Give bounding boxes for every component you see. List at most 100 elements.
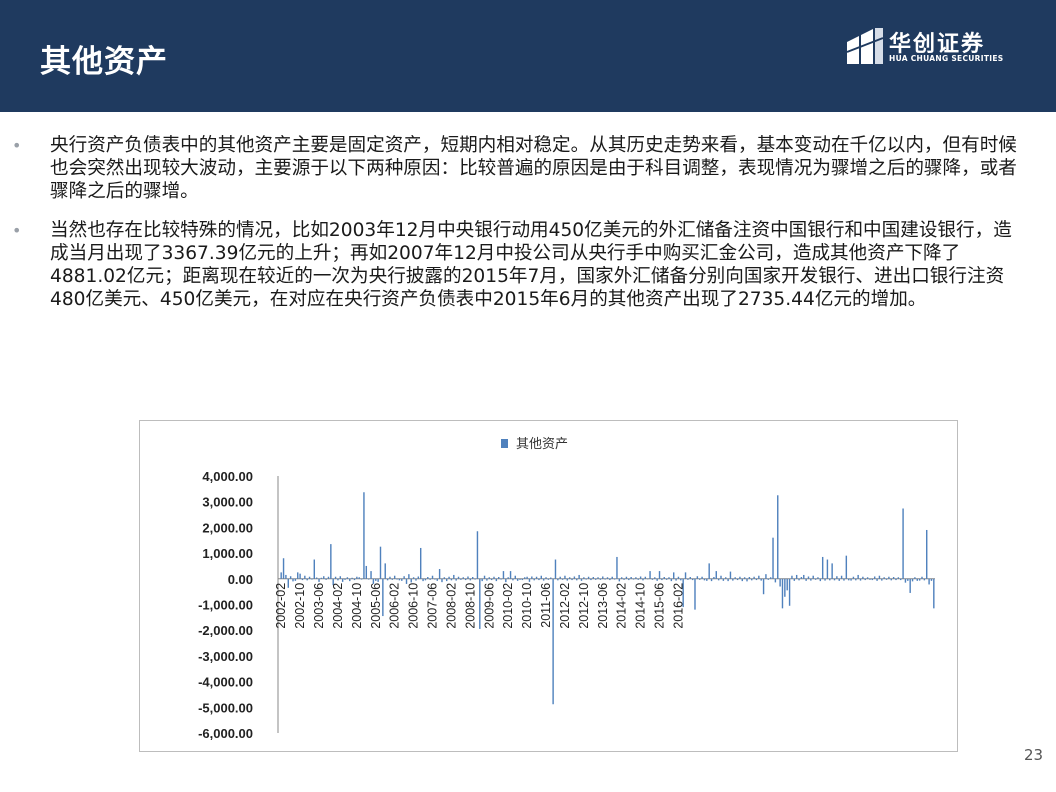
bar bbox=[739, 576, 741, 579]
bar bbox=[375, 578, 377, 581]
bar bbox=[838, 578, 840, 581]
bar bbox=[926, 529, 928, 579]
bar bbox=[597, 577, 599, 579]
bar bbox=[760, 578, 762, 581]
legend-swatch bbox=[501, 439, 508, 448]
bar bbox=[339, 576, 342, 579]
bar bbox=[788, 578, 791, 606]
bar bbox=[349, 578, 351, 582]
bar bbox=[715, 571, 717, 579]
other-assets-chart: 其他资产 4,000.00 3,000.00 2,000.00 1,000.00 0.00… bbox=[198, 437, 935, 741]
bar bbox=[748, 577, 751, 579]
bar bbox=[346, 577, 349, 579]
x-tick-label: 2014-10 bbox=[634, 583, 648, 629]
bar bbox=[727, 578, 729, 582]
bar bbox=[299, 573, 301, 579]
bullet-list: • 央行资产负债表中的其他资产主要是固定资产，短期内相对稳定。从其历史走势来看，… bbox=[12, 134, 1022, 327]
bar bbox=[916, 578, 918, 581]
bar bbox=[505, 578, 507, 583]
bar bbox=[805, 578, 807, 581]
bar bbox=[528, 578, 531, 582]
bar bbox=[847, 578, 850, 581]
bar bbox=[526, 576, 528, 579]
bar bbox=[367, 578, 370, 580]
bar bbox=[443, 577, 446, 579]
bar bbox=[604, 578, 606, 580]
bar bbox=[888, 576, 890, 579]
bar bbox=[327, 576, 330, 579]
bar bbox=[873, 576, 876, 579]
bar bbox=[767, 578, 769, 580]
bar bbox=[408, 574, 410, 579]
bar bbox=[337, 578, 339, 581]
bar bbox=[881, 578, 883, 581]
bar bbox=[360, 578, 363, 580]
bar bbox=[618, 578, 621, 582]
bar bbox=[583, 577, 585, 579]
bar bbox=[460, 578, 462, 580]
bullet-dot-icon: • bbox=[12, 136, 22, 155]
bar bbox=[772, 537, 774, 579]
bar bbox=[699, 578, 701, 580]
x-tick-label: 2004-10 bbox=[350, 583, 364, 629]
bar bbox=[602, 576, 604, 579]
bar bbox=[677, 576, 680, 579]
bar bbox=[606, 577, 609, 579]
bar bbox=[297, 572, 299, 579]
bar bbox=[386, 578, 389, 581]
bar bbox=[774, 578, 777, 583]
bar bbox=[377, 578, 379, 582]
bar bbox=[521, 578, 524, 581]
bar bbox=[696, 576, 699, 579]
bar bbox=[663, 577, 665, 579]
bar bbox=[628, 578, 630, 581]
logo-english-name: HUA CHUANG SECURITIES bbox=[889, 54, 1004, 63]
bar bbox=[675, 578, 677, 581]
bar bbox=[836, 576, 838, 579]
y-tick-label: 2,000.00 bbox=[202, 520, 253, 535]
bar bbox=[507, 577, 509, 579]
bar bbox=[755, 578, 758, 581]
bar bbox=[509, 571, 512, 579]
bar bbox=[706, 578, 708, 581]
bar bbox=[294, 578, 297, 581]
bar bbox=[547, 578, 550, 580]
x-tick-label: 2010-02 bbox=[501, 583, 515, 629]
bar bbox=[687, 578, 689, 580]
x-tick-label: 2013-06 bbox=[596, 583, 610, 629]
bar bbox=[769, 577, 772, 579]
bar bbox=[795, 574, 798, 579]
bar bbox=[810, 578, 812, 581]
y-tick-label: -1,000.00 bbox=[198, 598, 253, 613]
bullet-item: • 当然也存在比较特殊的情况，比如2003年12月中央银行动用450亿美元的外汇… bbox=[12, 219, 1022, 311]
bar bbox=[807, 576, 810, 579]
bar bbox=[665, 578, 668, 580]
bar bbox=[791, 575, 793, 579]
bar bbox=[391, 578, 394, 580]
bar bbox=[561, 578, 564, 580]
bar bbox=[535, 576, 538, 579]
bar bbox=[415, 578, 417, 581]
x-tick-label: 2012-10 bbox=[577, 583, 591, 629]
bar bbox=[379, 546, 382, 579]
bar bbox=[725, 577, 727, 579]
bar bbox=[630, 577, 632, 579]
bar bbox=[592, 577, 595, 579]
y-tick-label: 3,000.00 bbox=[202, 495, 253, 510]
bar bbox=[829, 578, 831, 581]
bar bbox=[904, 578, 907, 583]
bullet-dot-icon: • bbox=[12, 221, 22, 240]
bar bbox=[580, 578, 583, 581]
bar bbox=[370, 571, 372, 579]
bar bbox=[315, 577, 318, 579]
bar bbox=[576, 578, 578, 581]
bar bbox=[729, 571, 732, 579]
bar bbox=[301, 578, 304, 581]
bar bbox=[559, 576, 561, 579]
bar bbox=[457, 576, 460, 579]
bar bbox=[753, 576, 755, 579]
bar bbox=[422, 578, 424, 582]
bar bbox=[469, 578, 472, 581]
bar bbox=[585, 578, 587, 580]
bar bbox=[644, 576, 647, 579]
